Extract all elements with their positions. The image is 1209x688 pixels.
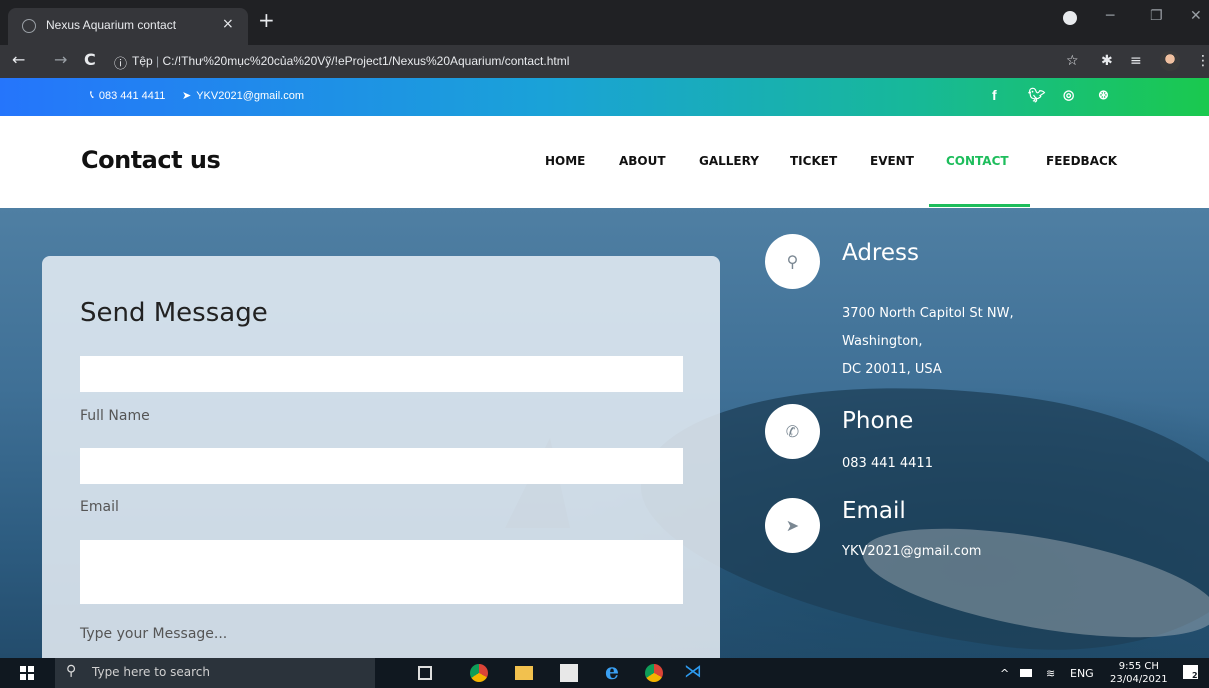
clock-time: 9:55 CH: [1118, 661, 1159, 672]
close-window-icon[interactable]: ✕: [1190, 8, 1202, 24]
form-title: Send Message: [80, 298, 268, 328]
paper-plane-icon: ➤: [182, 90, 192, 102]
info-icon[interactable]: ⓘ: [114, 53, 127, 72]
chevron-up-icon[interactable]: ^: [1000, 667, 1009, 680]
top-contact-bar: 📞︎ 083 441 4411 ➤ YKV2021@gmail.com f 🐦︎…: [0, 78, 1209, 116]
address-line: 3700 North Capitol St NW,: [842, 306, 1014, 321]
reload-icon[interactable]: C: [84, 50, 96, 69]
site-header: Contact us HOME ABOUT GALLERY TICKET EVE…: [0, 116, 1209, 208]
address-line: DC 20011, USA: [842, 362, 942, 377]
new-tab-icon[interactable]: +: [258, 10, 275, 30]
notification-count: 2: [1192, 671, 1198, 680]
nav-event[interactable]: EVENT: [870, 154, 914, 168]
full-name-label: Full Name: [80, 408, 150, 424]
address-url: C:/!Thư%20mục%20của%20Vỹ/!eProject1/Nexu…: [162, 54, 570, 68]
star-icon[interactable]: ☆: [1066, 53, 1079, 69]
windows-start-icon[interactable]: [20, 666, 34, 680]
email-value: YKV2021@gmail.com: [842, 544, 982, 559]
profile-dropdown-icon[interactable]: [1063, 11, 1077, 25]
address-separator: |: [156, 54, 160, 68]
email-icon-circle: ➤: [765, 498, 820, 553]
active-nav-underline: [929, 204, 1030, 207]
forward-icon[interactable]: →: [54, 50, 67, 69]
notification-icon[interactable]: 2: [1183, 665, 1198, 680]
address-text: 3700 North Capitol St NW, Washington, DC…: [842, 300, 1014, 384]
edge-icon[interactable]: e: [605, 659, 623, 685]
nav-about[interactable]: ABOUT: [619, 154, 666, 168]
nav-contact[interactable]: CONTACT: [946, 154, 1009, 168]
chrome-icon[interactable]: [645, 664, 663, 682]
wifi-icon[interactable]: ≋: [1046, 667, 1055, 680]
clock-date: 23/04/2021: [1110, 674, 1168, 685]
map-pin-icon: ⚲: [786, 252, 799, 271]
twitter-icon[interactable]: 🐦︎: [1028, 87, 1046, 104]
extensions-icon[interactable]: ✱: [1101, 53, 1113, 69]
task-view-icon[interactable]: [418, 666, 432, 680]
browser-toolbar: ← → C ⓘ Tệp | C:/!Thư%20mục%20của%20Vỹ/!…: [0, 45, 1209, 78]
search-placeholder: Type here to search: [92, 665, 210, 679]
phone-title: Phone: [842, 408, 914, 434]
email-input[interactable]: [80, 448, 683, 484]
browser-tab-bar: Nexus Aquarium contact × + ─ ❐ ✕: [0, 0, 1209, 45]
message-textarea[interactable]: [80, 540, 683, 604]
nav-home[interactable]: HOME: [545, 154, 585, 168]
chrome-canary-icon[interactable]: [470, 664, 488, 682]
web-page: 📞︎ 083 441 4411 ➤ YKV2021@gmail.com f 🐦︎…: [0, 78, 1209, 658]
page-title: Contact us: [81, 146, 221, 174]
search-icon: ⚲: [66, 663, 77, 679]
phone-icon: 📞︎: [90, 89, 94, 101]
email-title: Email: [842, 498, 906, 524]
tab-close-icon[interactable]: ×: [222, 16, 234, 32]
file-explorer-icon[interactable]: [515, 666, 533, 680]
clock[interactable]: 9:55 CH 23/04/2021: [1110, 660, 1168, 686]
address-prefix: Tệp: [132, 54, 153, 68]
globe-icon: [22, 19, 36, 33]
topbar-phone: 083 441 4411: [98, 89, 166, 102]
avatar[interactable]: [1160, 51, 1180, 71]
message-label: Type your Message...: [80, 626, 228, 642]
nav-feedback[interactable]: FEEDBACK: [1046, 154, 1117, 168]
full-name-input[interactable]: [80, 356, 683, 392]
message-form: Send Message Full Name Email Type your M…: [42, 256, 720, 658]
contact-hero: Send Message Full Name Email Type your M…: [0, 208, 1209, 658]
back-icon[interactable]: ←: [12, 50, 25, 69]
phone-icon-circle: ✆: [765, 404, 820, 459]
dribbble-icon[interactable]: ⊛: [1098, 87, 1109, 103]
taskbar-search-box[interactable]: ⚲ Type here to search: [55, 658, 375, 688]
language-indicator[interactable]: ENG: [1070, 667, 1094, 680]
facebook-icon[interactable]: f: [992, 87, 997, 103]
paper-plane-icon: ➤: [785, 516, 800, 535]
instagram-icon[interactable]: ◎: [1063, 87, 1074, 103]
reading-list-icon[interactable]: ≡: [1130, 53, 1142, 69]
address-icon-circle: ⚲: [765, 234, 820, 289]
topbar-email[interactable]: YKV2021@gmail.com: [196, 90, 304, 102]
email-label: Email: [80, 499, 119, 515]
minimize-icon[interactable]: ─: [1106, 8, 1114, 24]
browser-tab[interactable]: Nexus Aquarium contact ×: [8, 8, 248, 45]
address-title: Adress: [842, 240, 919, 266]
address-line: Washington,: [842, 334, 923, 349]
phone-icon: ✆: [785, 422, 800, 441]
vscode-icon[interactable]: ⋊: [684, 661, 702, 682]
windows-taskbar: ⚲ Type here to search e ⋊ ^ ≋ ENG 9:55 C…: [0, 658, 1209, 688]
tab-title: Nexus Aquarium contact: [46, 18, 177, 32]
app-icon[interactable]: [560, 664, 578, 682]
nav-ticket[interactable]: TICKET: [790, 154, 837, 168]
nav-gallery[interactable]: GALLERY: [699, 154, 759, 168]
restore-icon[interactable]: ❐: [1150, 8, 1163, 24]
menu-icon[interactable]: ⋮: [1196, 53, 1209, 69]
address-bar[interactable]: ⓘ Tệp | C:/!Thư%20mục%20của%20Vỹ/!eProje…: [108, 49, 1093, 75]
battery-icon[interactable]: [1020, 669, 1032, 677]
phone-value: 083 441 4411: [842, 456, 933, 471]
